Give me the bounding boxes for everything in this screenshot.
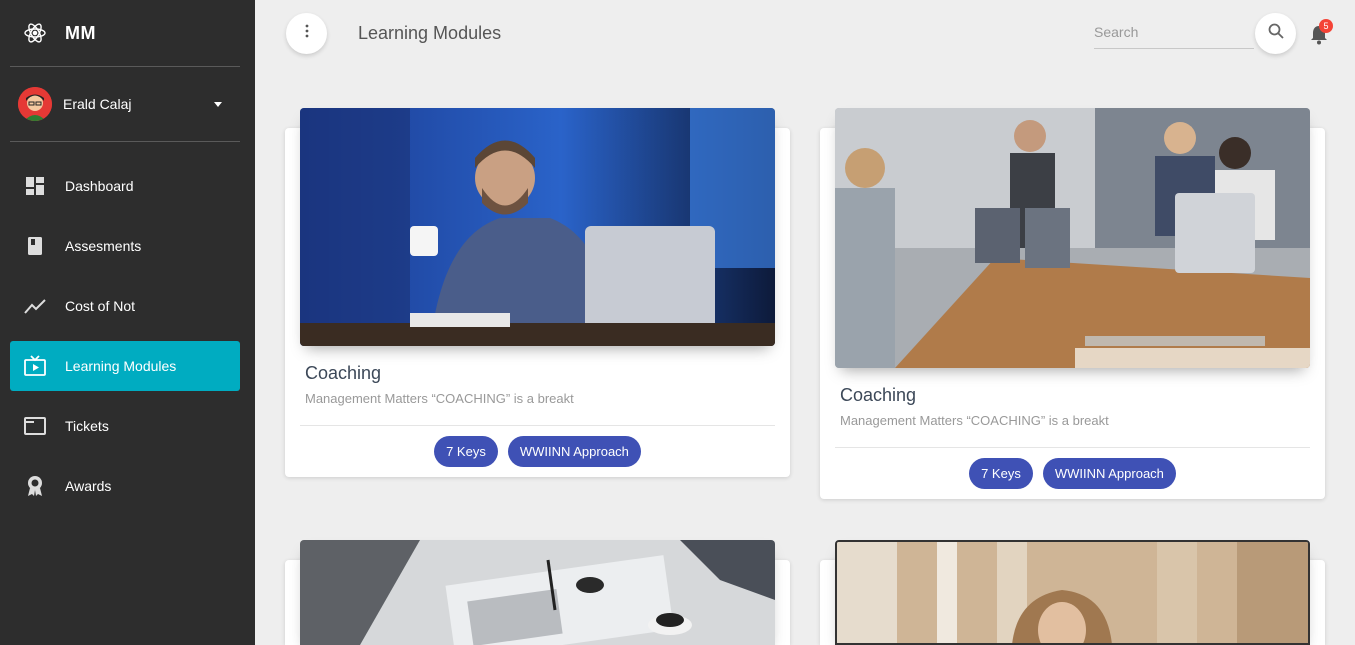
- card-tags: 7 Keys WWIINN Approach: [285, 436, 790, 467]
- book-icon: [24, 235, 46, 257]
- sidebar-item-tickets[interactable]: Tickets: [10, 401, 240, 451]
- sidebar-item-assesments[interactable]: Assesments: [10, 221, 240, 271]
- card-divider: [835, 447, 1310, 448]
- tag-button[interactable]: WWIINN Approach: [1042, 458, 1176, 489]
- more-vert-icon: [305, 24, 309, 43]
- dashboard-icon: [24, 175, 46, 197]
- sidebar-item-awards[interactable]: Awards: [10, 461, 240, 511]
- card-image: [300, 108, 775, 346]
- card-description: Management Matters “COACHING” is a break…: [305, 391, 574, 406]
- module-card[interactable]: Coaching Management Matters “COACHING” i…: [285, 108, 790, 477]
- card-divider: [300, 425, 775, 426]
- notification-badge: 5: [1319, 19, 1333, 33]
- brand[interactable]: MM: [10, 0, 240, 67]
- search-input[interactable]: [1094, 18, 1254, 46]
- sidebar-item-label: Cost of Not: [65, 298, 136, 314]
- user-name: Erald Calaj: [63, 96, 132, 112]
- more-menu-button[interactable]: [286, 13, 327, 54]
- atom-icon: [22, 20, 48, 46]
- sidebar: MM Erald Calaj Dashboard Assesments Cost…: [0, 0, 255, 645]
- card-description: Management Matters “COACHING” is a break…: [840, 413, 1109, 428]
- avatar: [18, 87, 52, 121]
- module-card[interactable]: [820, 540, 1325, 645]
- sidebar-item-label: Awards: [65, 478, 112, 494]
- search-field: [1094, 18, 1254, 49]
- sidebar-nav: Dashboard Assesments Cost of Not Learnin…: [10, 161, 240, 521]
- card-image: [835, 108, 1310, 368]
- window-icon: [24, 415, 46, 437]
- chevron-down-icon[interactable]: [214, 101, 222, 107]
- tag-button[interactable]: 7 Keys: [969, 458, 1033, 489]
- sidebar-item-label: Tickets: [65, 418, 109, 434]
- user-menu[interactable]: Erald Calaj: [10, 67, 240, 142]
- card-title: Coaching: [840, 385, 917, 405]
- page-title: Learning Modules: [358, 23, 502, 43]
- sidebar-item-cost-of-not[interactable]: Cost of Not: [10, 281, 240, 331]
- search-button[interactable]: [1255, 13, 1296, 54]
- sidebar-item-label: Learning Modules: [65, 358, 177, 374]
- tag-button[interactable]: 7 Keys: [434, 436, 498, 467]
- sidebar-item-dashboard[interactable]: Dashboard: [10, 161, 240, 211]
- module-card[interactable]: Coaching Management Matters “COACHING” i…: [820, 108, 1325, 499]
- sidebar-item-label: Assesments: [65, 238, 142, 254]
- card-title: Coaching: [305, 363, 382, 383]
- sidebar-item-label: Dashboard: [65, 178, 134, 194]
- card-tags: 7 Keys WWIINN Approach: [820, 458, 1325, 489]
- module-card[interactable]: [285, 540, 790, 645]
- award-icon: [24, 475, 46, 497]
- search-icon: [1268, 23, 1284, 44]
- card-image: [835, 540, 1310, 645]
- tv-icon: [24, 355, 46, 377]
- sidebar-item-learning-modules[interactable]: Learning Modules: [10, 341, 240, 391]
- trending-icon: [24, 295, 46, 317]
- brand-name: MM: [65, 22, 96, 43]
- card-image: [300, 540, 775, 645]
- tag-button[interactable]: WWIINN Approach: [507, 436, 641, 467]
